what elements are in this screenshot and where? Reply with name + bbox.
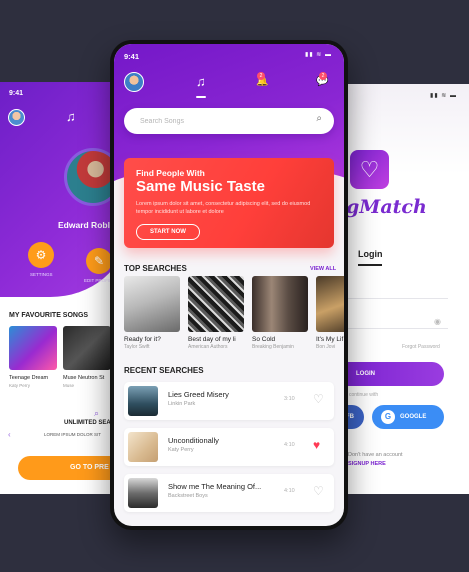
album-cover xyxy=(124,276,180,332)
album-cover xyxy=(188,276,244,332)
chevron-left-icon[interactable]: ‹ xyxy=(8,430,11,439)
search-input[interactable] xyxy=(140,114,300,128)
song-artist: Breaking Benjamin xyxy=(252,344,294,350)
top-search-card[interactable]: Ready for it? Taylor Swift xyxy=(124,276,180,350)
album-cover[interactable] xyxy=(9,326,57,370)
music-icon[interactable]: ♫ xyxy=(66,109,76,124)
song-duration: 3:10 xyxy=(284,396,295,402)
status-icons: ▮▮ ≋ ▬ xyxy=(305,52,332,58)
signup-link[interactable]: SIGNUP HERE xyxy=(348,461,386,467)
album-thumb xyxy=(128,386,158,416)
song-title: Best day of my li xyxy=(188,336,236,343)
login-title: Login xyxy=(358,249,383,259)
google-button[interactable]: G GOOGLE xyxy=(372,405,444,429)
forgot-password-link[interactable]: Forgot Password xyxy=(402,344,440,350)
chat-badge: 2 xyxy=(319,72,327,80)
song-title: Show me The Meaning Of... xyxy=(168,482,262,491)
left-small-avatar[interactable] xyxy=(8,109,25,126)
edit-profile-button[interactable]: ✎ xyxy=(86,248,112,274)
song-title: Unconditionally xyxy=(168,436,219,445)
album-thumb xyxy=(128,432,158,462)
left-status-time: 9:41 xyxy=(9,90,24,97)
status-time: 9:41 xyxy=(124,52,140,61)
unlimited-search-title: UNLIMITED SEA xyxy=(64,420,111,426)
top-searches-title: TOP SEARCHES xyxy=(124,264,187,273)
album-cover xyxy=(316,276,344,332)
top-search-card[interactable]: It's My Lif Bon Jovi xyxy=(316,276,344,350)
left-phone-screen: 9:41 ♫ Edward Robl ⚙ SETTINGS ✎ EDIT PRO… xyxy=(0,82,126,494)
song-artist: Katy Perry xyxy=(168,447,194,453)
recent-search-row[interactable]: Lies Greed Misery Linkin Park 3:10 ♡ xyxy=(124,382,334,420)
center-phone-screen: 9:41 ▮▮ ≋ ▬ ♫ 🔔 2 💬 2 ⌕ Find People With… xyxy=(114,44,344,526)
song-artist: Katy Perry xyxy=(9,383,31,388)
login-button[interactable]: LOGIN xyxy=(340,362,444,386)
song-artist: Backstreet Boys xyxy=(168,493,208,499)
eye-icon[interactable]: ◉ xyxy=(434,317,441,326)
recent-searches-title: RECENT SEARCHES xyxy=(124,366,204,375)
album-thumb xyxy=(128,478,158,508)
google-icon: G xyxy=(381,410,395,424)
google-button-label: GOOGLE xyxy=(400,414,427,420)
status-icons: ▮▮ ≋ ▬ xyxy=(430,93,457,99)
music-icon[interactable]: ♫ xyxy=(196,74,206,89)
song-title: Ready for it? xyxy=(124,336,161,343)
heart-icon[interactable]: ♡ xyxy=(313,484,324,498)
center-phone-frame: 9:41 ▮▮ ≋ ▬ ♫ 🔔 2 💬 2 ⌕ Find People With… xyxy=(110,40,348,530)
song-artist: American Authors xyxy=(188,344,228,350)
song-artist: Taylor Swift xyxy=(124,344,150,350)
user-avatar[interactable] xyxy=(124,72,144,92)
active-tab-indicator xyxy=(196,96,206,98)
search-icon: ⌕ xyxy=(94,408,100,418)
song-duration: 4:10 xyxy=(284,488,295,494)
app-logo-icon: ♡ xyxy=(350,150,389,189)
view-all-link[interactable]: VIEW ALL xyxy=(310,266,336,272)
favourite-songs-title: MY FAVOURITE SONGS xyxy=(9,312,89,319)
song-artist: Muse xyxy=(63,383,75,388)
promo-pretitle: Find People With xyxy=(136,168,205,178)
top-search-card[interactable]: Best day of my li American Authors xyxy=(188,276,244,350)
search-bar: ⌕ xyxy=(124,108,334,134)
settings-label: SETTINGS xyxy=(30,272,53,277)
recent-search-row[interactable]: Show me The Meaning Of... Backstreet Boy… xyxy=(124,474,334,512)
unlimited-search-desc: LOREM IPSUM DOLOR SIT xyxy=(44,432,102,437)
song-title: Teenage Dream xyxy=(9,375,49,381)
gear-icon: ⚙ xyxy=(35,248,47,262)
profile-name: Edward Robl xyxy=(58,220,110,230)
song-title: Muse Neutron St xyxy=(63,375,105,381)
top-search-card[interactable]: So Cold Breaking Benjamin xyxy=(252,276,308,350)
email-field[interactable] xyxy=(348,298,448,299)
promo-body: Lorem ipsum dolor sit amet, consectetur … xyxy=(136,201,311,215)
song-title: So Cold xyxy=(252,336,276,343)
song-title: Lies Greed Misery xyxy=(168,390,229,399)
song-title: It's My Lif xyxy=(316,336,344,343)
album-cover[interactable] xyxy=(63,326,111,370)
heart-icon[interactable]: ♡ xyxy=(313,392,324,406)
promo-banner: Find People With Same Music Taste Lorem … xyxy=(124,158,334,248)
search-icon[interactable]: ⌕ xyxy=(316,113,322,124)
password-field[interactable] xyxy=(348,328,448,329)
notification-badge: 2 xyxy=(257,72,265,80)
login-underline xyxy=(358,264,382,266)
settings-button[interactable]: ⚙ xyxy=(28,242,54,268)
brand-name: gMatch xyxy=(346,196,427,218)
recent-search-row[interactable]: Unconditionally Katy Perry 4:10 ♥ xyxy=(124,428,334,466)
pencil-icon: ✎ xyxy=(93,254,105,268)
no-account-text: Don't have an account xyxy=(348,452,403,458)
song-artist: Bon Jovi xyxy=(316,344,336,350)
song-duration: 4:10 xyxy=(284,442,295,448)
start-now-button[interactable]: START NOW xyxy=(136,224,200,240)
promo-title: Same Music Taste xyxy=(136,178,265,195)
heart-filled-icon[interactable]: ♥ xyxy=(313,438,320,452)
album-cover xyxy=(252,276,308,332)
right-phone-screen: ▮▮ ≋ ▬ ♡ gMatch Login ◉ Forgot Password … xyxy=(340,84,469,494)
song-artist: Linkin Park xyxy=(168,401,196,407)
